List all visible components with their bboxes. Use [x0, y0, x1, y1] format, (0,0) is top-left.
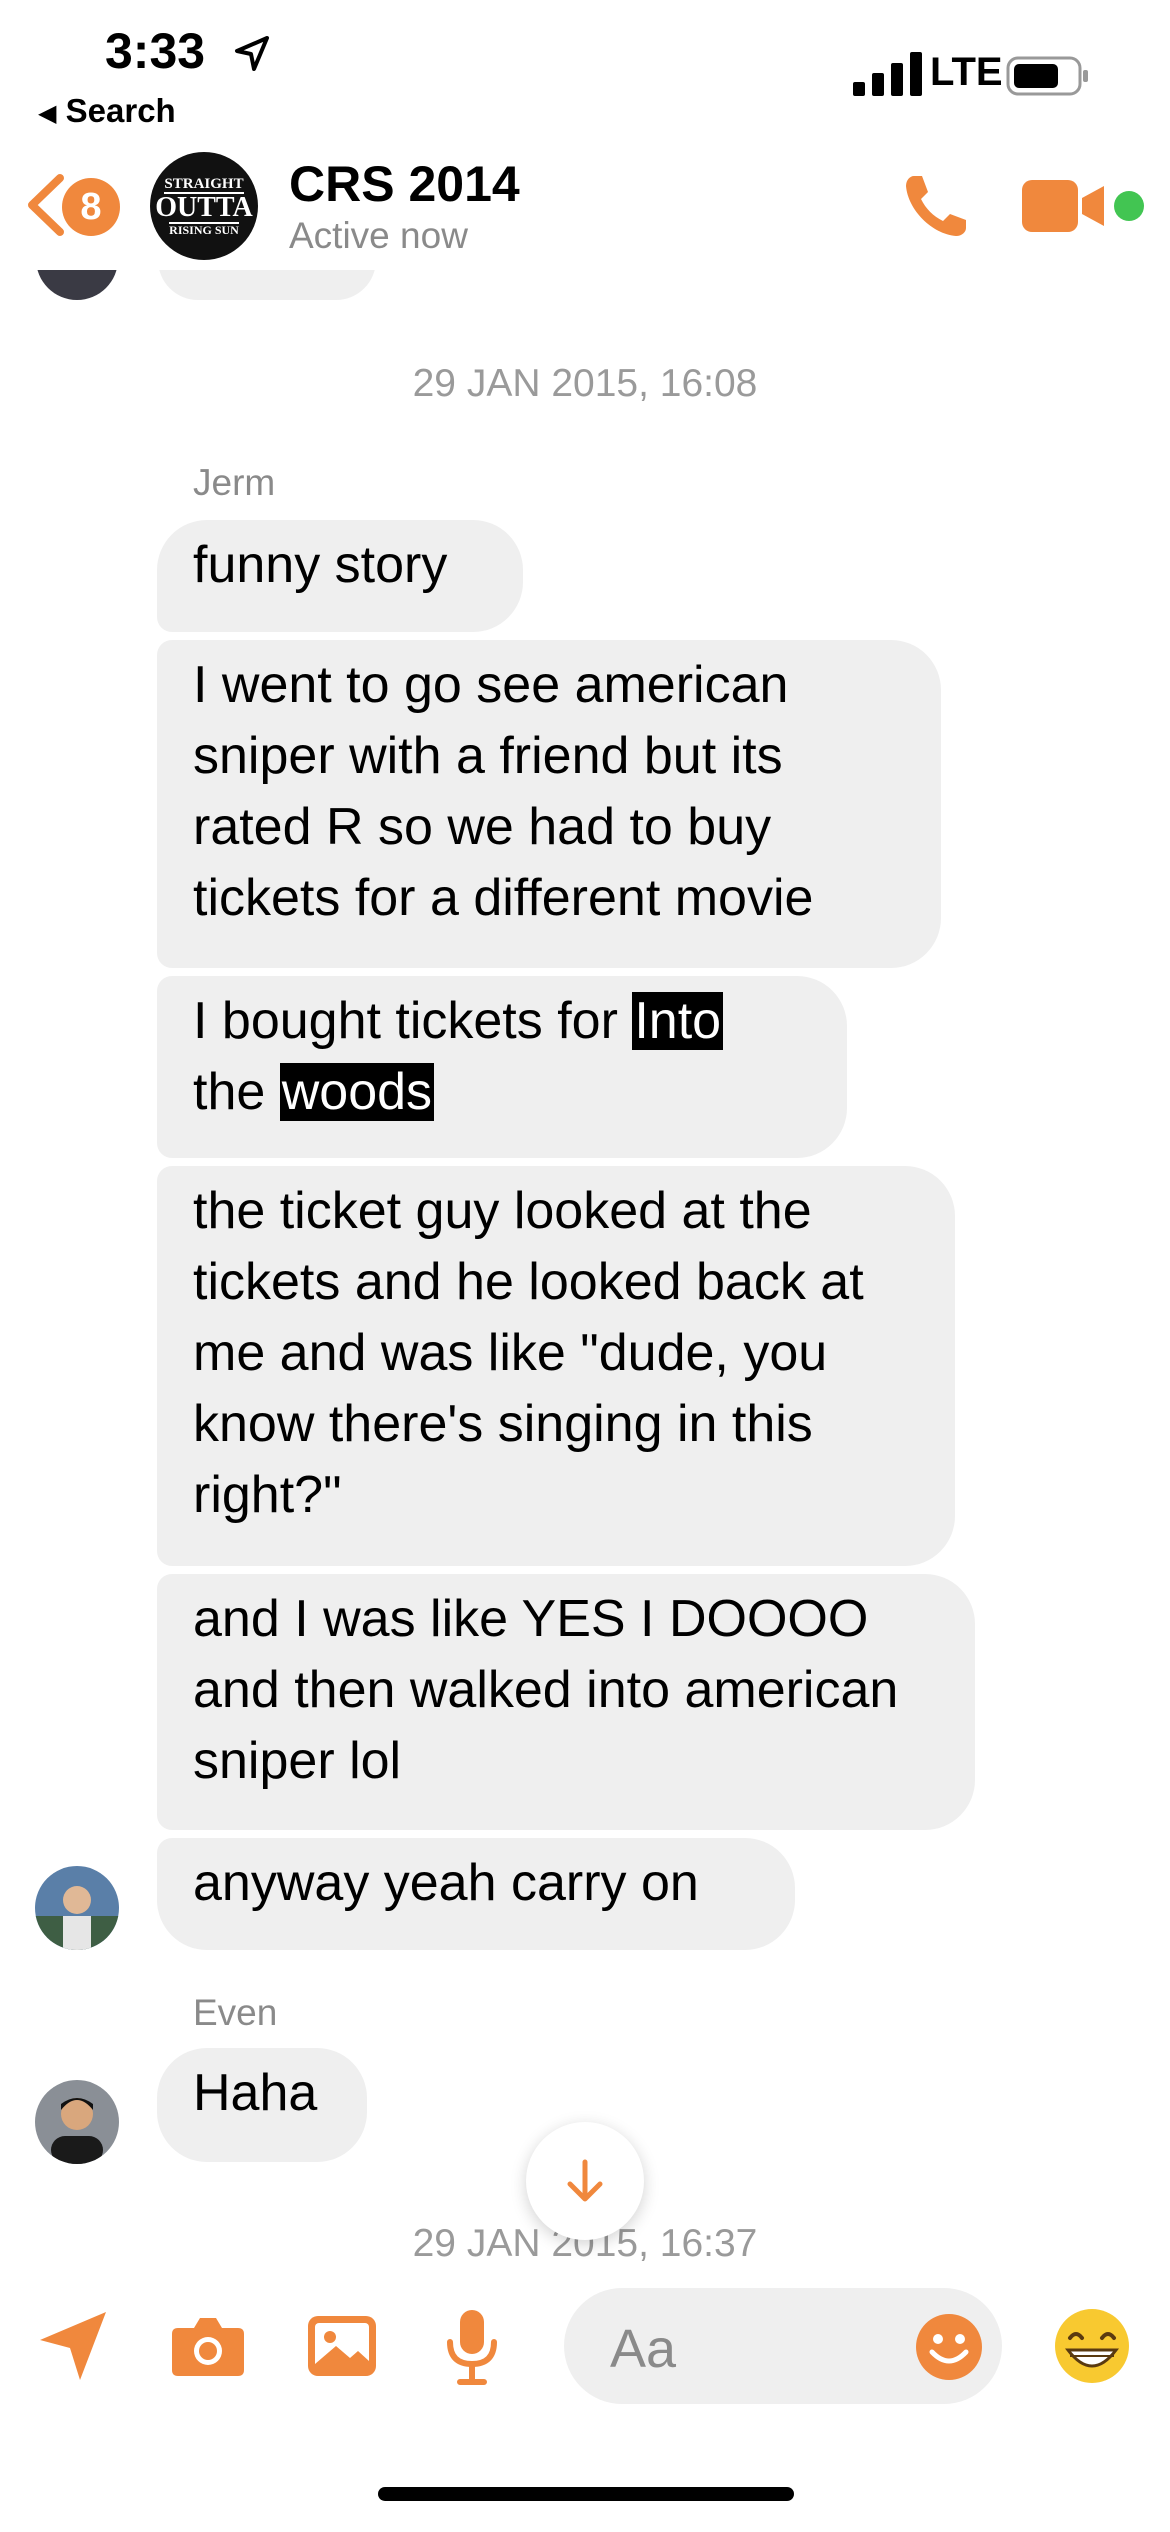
gallery-icon[interactable]: [302, 2306, 382, 2386]
chat-title[interactable]: CRS 2014: [289, 155, 520, 213]
grinning-emoji-icon[interactable]: [1052, 2306, 1132, 2386]
avatar-text-line: STRAIGHT: [164, 175, 244, 194]
message-bubble[interactable]: and I was like YES I DOOOO and then walk…: [157, 1574, 975, 1830]
battery-icon: [1006, 56, 1088, 96]
back-triangle-icon: ◀: [38, 99, 57, 127]
video-call-icon[interactable]: [1022, 180, 1108, 232]
message-bubble[interactable]: anyway yeah carry on: [157, 1838, 795, 1950]
date-separator: 29 JAN 2015, 16:08: [412, 362, 758, 405]
message-bubble[interactable]: I went to go see american sniper with a …: [157, 640, 941, 968]
chat-status: Active now: [289, 215, 468, 256]
avatar[interactable]: [35, 1866, 119, 1950]
back-to-search-link[interactable]: ◀ Search: [38, 92, 176, 130]
avatar[interactable]: [35, 2080, 119, 2164]
highlighted-text: Into: [632, 992, 724, 1050]
sender-name: Jerm: [193, 462, 276, 503]
message-text: the: [193, 1063, 280, 1121]
unread-badge: 8: [62, 178, 120, 236]
avatar-text-line: OUTTA: [155, 191, 253, 223]
network-type: LTE: [930, 50, 1003, 94]
phone-call-icon[interactable]: [900, 170, 972, 242]
arrow-down-icon: [567, 2159, 603, 2202]
sender-name: Even: [193, 1992, 278, 2033]
camera-icon[interactable]: [168, 2306, 248, 2386]
message-bubble[interactable]: funny story: [157, 520, 523, 632]
message-text: I bought tickets for: [193, 992, 633, 1050]
microphone-icon[interactable]: [432, 2306, 512, 2386]
scroll-to-bottom-button[interactable]: [526, 2122, 644, 2240]
message-input-placeholder: Aa: [610, 2319, 677, 2379]
smiley-icon[interactable]: [914, 2312, 984, 2382]
group-avatar[interactable]: STRAIGHT OUTTA RISING SUN: [150, 152, 258, 260]
home-indicator[interactable]: [378, 2487, 794, 2501]
highlighted-text: woods: [279, 1063, 435, 1121]
avatar-text-line: RISING SUN: [169, 221, 239, 237]
signal-strength-icon: [853, 52, 922, 96]
online-indicator: [1114, 191, 1144, 221]
message-bubble[interactable]: Haha: [157, 2048, 367, 2162]
location-arrow-icon: [235, 36, 269, 71]
message-bubble[interactable]: the ticket guy looked at the tickets and…: [157, 1166, 955, 1566]
status-time: 3:33: [105, 23, 206, 79]
message-bubble[interactable]: I bought tickets for Into the woods: [157, 976, 847, 1158]
send-location-icon[interactable]: [34, 2306, 114, 2386]
back-search-label: Search: [65, 92, 176, 129]
